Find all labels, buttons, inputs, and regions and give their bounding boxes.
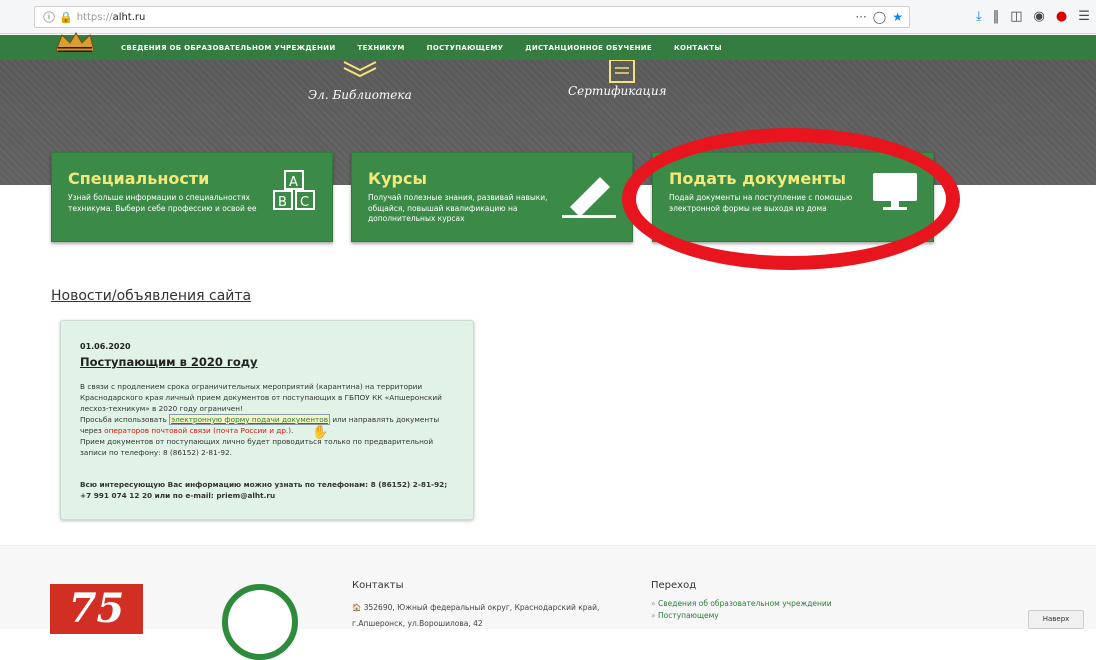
news-item: 01.06.2020 Поступающим в 2020 году В свя…	[60, 320, 474, 520]
nav-item-distance[interactable]: ДИСТАНЦИОННОЕ ОБУЧЕНИЕ	[525, 44, 652, 52]
address-value: 352690, Южный федеральный округ, Краснод…	[352, 603, 600, 628]
books-icon[interactable]	[340, 60, 380, 82]
home-icon: 🏠	[352, 603, 364, 612]
site-logo[interactable]	[52, 29, 96, 59]
library-link[interactable]: Эл. Библиотека	[308, 88, 412, 102]
news-date: 01.06.2020	[80, 342, 131, 351]
news-paragraph: В связи с продлением срока ограничительн…	[80, 382, 442, 413]
url-scheme: https://	[76, 11, 113, 23]
news-body: В связи с продлением срока ограничительн…	[80, 381, 456, 458]
nav-item-contacts[interactable]: КОНТАКТЫ	[674, 44, 722, 52]
address-bar[interactable]: i 🔒 https://alht.ru ··· ◯ ★	[34, 6, 910, 28]
courses-card[interactable]: Курсы Получай полезные знания, развивай …	[351, 152, 633, 242]
page-footer: 75 Контакты 🏠 352690, Южный федеральный …	[0, 545, 1096, 660]
nav-heading: Переход	[651, 580, 697, 591]
svg-text:A: A	[289, 175, 298, 190]
highlight-annotation	[622, 128, 960, 270]
card-title: Специальности	[68, 169, 210, 188]
nav-item-applicants[interactable]: ПОСТУПАЮЩЕМУ	[427, 44, 504, 52]
info-icon[interactable]: i	[43, 11, 55, 23]
hand-cursor-icon: ✋	[312, 425, 329, 440]
card-description: Узнай больше информации о специальностях…	[68, 193, 257, 213]
news-paragraph: Просьба использовать электронную форму п…	[80, 414, 456, 436]
card-title: Курсы	[368, 169, 427, 188]
address-text: 🏠 352690, Южный федеральный округ, Красн…	[352, 600, 612, 632]
certificate-icon[interactable]	[604, 60, 638, 84]
news-text: .	[291, 426, 294, 435]
opera-icon[interactable]: ●	[1056, 9, 1067, 24]
news-heading[interactable]: Новости/объявления сайта	[51, 288, 251, 304]
browser-toolbar: i 🔒 https://alht.ru ··· ◯ ★ ⤓ ‖ ◫ ◉ ● ☰	[0, 0, 1096, 34]
nav-item-about[interactable]: СВЕДЕНИЯ ОБ ОБРАЗОВАТЕЛЬНОМ УЧРЕЖДЕНИИ	[121, 44, 336, 52]
footer-link-about[interactable]: Сведения об образовательном учреждении	[651, 598, 832, 610]
post-operators-text: операторов почтовой связи (почта России …	[104, 426, 292, 435]
site-nav: СВЕДЕНИЯ ОБ ОБРАЗОВАТЕЛЬНОМ УЧРЕЖДЕНИИ Т…	[0, 32, 1096, 60]
news-text: Просьба использовать	[80, 415, 170, 424]
url-host: alht.ru	[112, 11, 146, 23]
back-to-top-button[interactable]: Наверх	[1028, 610, 1084, 629]
pocket-icon[interactable]: ◯	[873, 10, 886, 24]
download-icon[interactable]: ⤓	[976, 9, 982, 24]
lock-icon: 🔒	[59, 10, 73, 24]
svg-text:B: B	[278, 195, 287, 210]
menu-icon[interactable]: ☰	[1078, 9, 1090, 24]
technikum-emblem	[222, 584, 298, 660]
news-title[interactable]: Поступающим в 2020 году	[80, 355, 258, 369]
svg-text:C: C	[300, 195, 309, 210]
star-icon[interactable]: ★	[892, 10, 903, 24]
certification-link[interactable]: Сертификация	[568, 84, 667, 98]
news-paragraph: Прием документов от поступающих лично бу…	[80, 437, 434, 457]
sidebar-icon[interactable]: ◫	[1010, 9, 1022, 24]
nav-item-technikum[interactable]: ТЕХНИКУМ	[358, 44, 405, 52]
library-icon[interactable]: ‖	[993, 9, 1000, 24]
online-form-link[interactable]: электронную форму подачи документов	[169, 414, 330, 425]
contacts-heading: Контакты	[352, 580, 404, 591]
anniversary-logo: 75	[50, 584, 143, 634]
news-contact-info: Всю интересующую Вас информацию можно уз…	[80, 480, 448, 500]
footer-nav: Сведения об образовательном учреждении П…	[651, 598, 832, 622]
card-description: Получай полезные знания, развивай навыки…	[368, 193, 548, 223]
footer-link-applicants[interactable]: Поступающему	[651, 610, 832, 622]
page-actions-icon[interactable]: ···	[855, 10, 866, 24]
extension-icon[interactable]: ◉	[1034, 9, 1045, 24]
specialties-card[interactable]: Специальности Узнай больше информации о …	[51, 152, 333, 242]
abc-blocks-icon: A B C	[273, 170, 315, 210]
highlighter-icon	[562, 177, 616, 218]
